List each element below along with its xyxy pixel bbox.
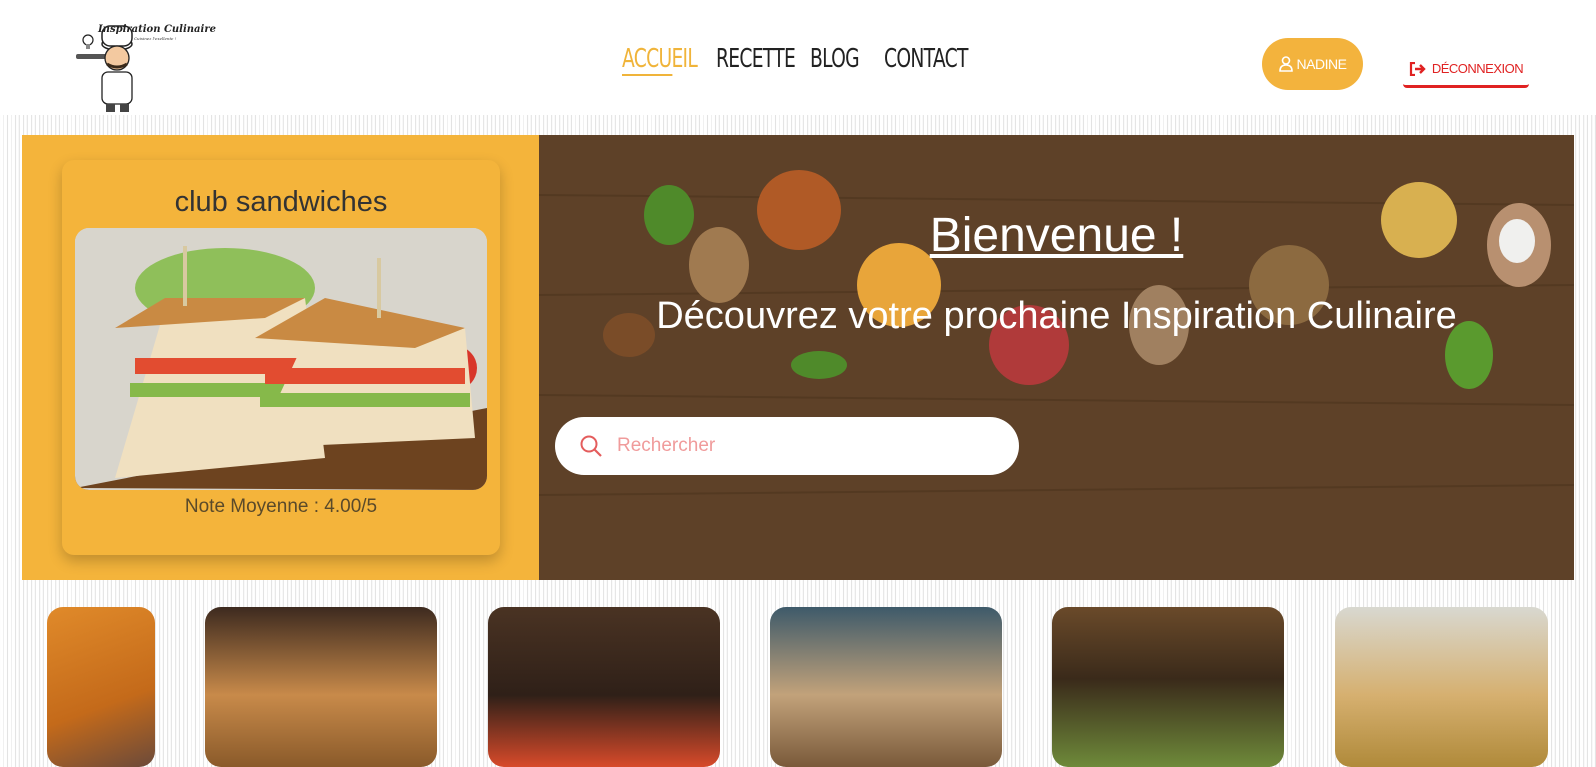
- recipe-thumbnail[interactable]: [1335, 607, 1548, 767]
- user-icon: [1278, 56, 1293, 72]
- hero-tagline: Découvrez votre prochaine Inspiration Cu…: [656, 295, 1457, 337]
- nav-item-blog[interactable]: Blog: [810, 44, 860, 76]
- hero-welcome-heading: Bienvenue !: [929, 209, 1184, 262]
- user-name: Nadine: [1296, 56, 1347, 72]
- recipe-thumbnail[interactable]: [488, 607, 720, 767]
- featured-recipe-card[interactable]: club sandwiches Note Moyenne : 4.00/5: [62, 160, 500, 555]
- sign-out-icon: [1409, 61, 1426, 76]
- logout-button[interactable]: Déconnexion: [1403, 52, 1529, 88]
- search-bar[interactable]: [555, 417, 1019, 475]
- logout-label: Déconnexion: [1431, 61, 1524, 76]
- spices-background-image: [539, 135, 1574, 580]
- logo-title: Inspiration Culinaire: [98, 24, 216, 35]
- site-logo[interactable]: Inspiration Culinaire Cuisinez l'exellen…: [72, 20, 216, 116]
- nav-item-accueil[interactable]: Accueil: [622, 44, 698, 76]
- featured-recipe-image[interactable]: [75, 228, 487, 490]
- recipe-thumbnail[interactable]: [770, 607, 1002, 767]
- recipe-thumbnail[interactable]: [1052, 607, 1284, 767]
- hero-banner: [539, 135, 1574, 580]
- search-input[interactable]: [615, 434, 999, 458]
- logo-subtitle: Cuisinez l'exellente !: [134, 36, 177, 41]
- recipe-thumbnail[interactable]: [205, 607, 437, 767]
- nav-item-recette[interactable]: Recette: [716, 44, 796, 76]
- user-profile-button[interactable]: Nadine: [1262, 38, 1363, 90]
- main-nav: Accueil Recette Blog Contact: [622, 44, 968, 76]
- recipe-thumbnail[interactable]: [47, 607, 155, 767]
- sandwich-image: [75, 228, 487, 490]
- search-icon: [580, 435, 602, 457]
- featured-recipe-title: club sandwiches: [174, 186, 388, 218]
- site-header: Inspiration Culinaire Cuisinez l'exellen…: [0, 0, 1596, 115]
- featured-recipe-rating: Note Moyenne : 4.00/5: [184, 496, 378, 517]
- nav-item-contact[interactable]: Contact: [884, 44, 968, 76]
